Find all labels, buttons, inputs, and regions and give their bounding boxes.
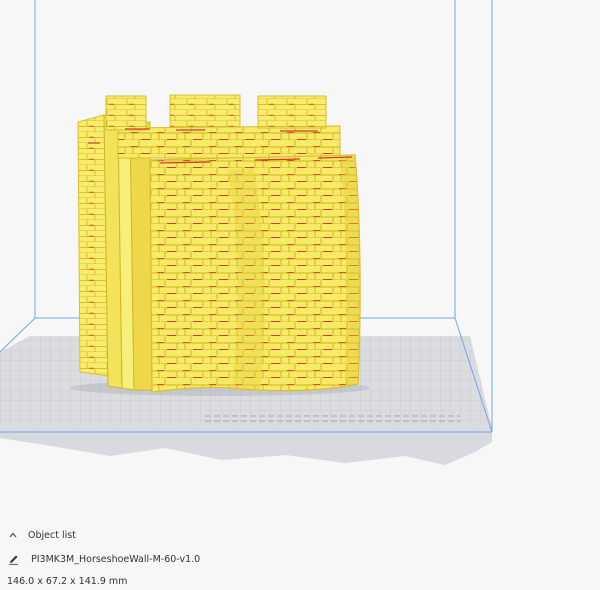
object-dimensions: 146.0 x 67.2 x 141.9 mm [7, 575, 128, 587]
3d-viewport[interactable] [0, 0, 600, 590]
object-name: PI3MK3M_HorseshoeWall-M-60-v1.0 [31, 553, 201, 565]
object-list-label: Object list [28, 529, 76, 541]
object-list-toggle[interactable]: Object list [0, 528, 600, 542]
model-horseshoe-wall[interactable] [70, 94, 370, 396]
object-dimensions-row: 146.0 x 67.2 x 141.9 mm [0, 574, 600, 588]
object-name-row[interactable]: PI3MK3M_HorseshoeWall-M-60-v1.0 [0, 551, 600, 567]
object-panel: Object list PI3MK3M_HorseshoeWall-M-60-v… [0, 520, 600, 590]
pencil-icon[interactable] [8, 554, 19, 565]
chevron-up-icon [9, 532, 17, 538]
